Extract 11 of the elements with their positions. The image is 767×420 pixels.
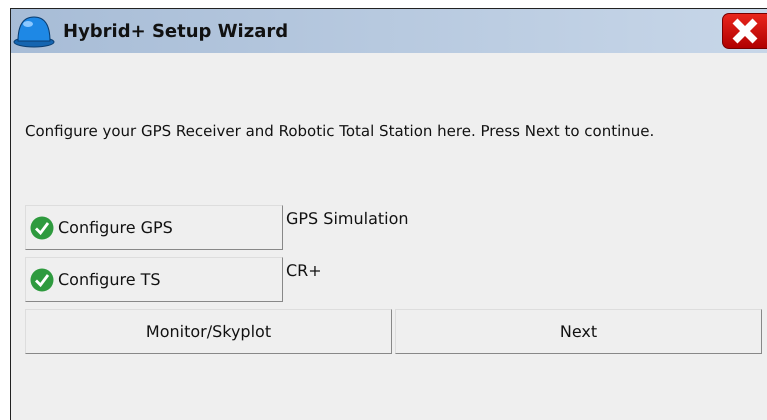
configure-button[interactable]: Configure TS	[25, 257, 283, 302]
wizard-button[interactable]: Next	[395, 309, 762, 354]
hard-hat-icon	[13, 14, 55, 48]
configure-button[interactable]: Configure GPS	[25, 205, 283, 250]
instruction-text: Configure your GPS Receiver and Robotic Total Station here. Press Next to continue.	[25, 122, 656, 140]
window-title: Hybrid+ Setup Wizard	[63, 20, 290, 42]
close-button[interactable]	[722, 13, 767, 49]
close-icon	[730, 18, 760, 44]
device-status: CR+	[286, 261, 322, 280]
device-status: GPS Simulation	[286, 209, 409, 228]
wizard-button[interactable]: Monitor/Skyplot	[25, 309, 392, 354]
